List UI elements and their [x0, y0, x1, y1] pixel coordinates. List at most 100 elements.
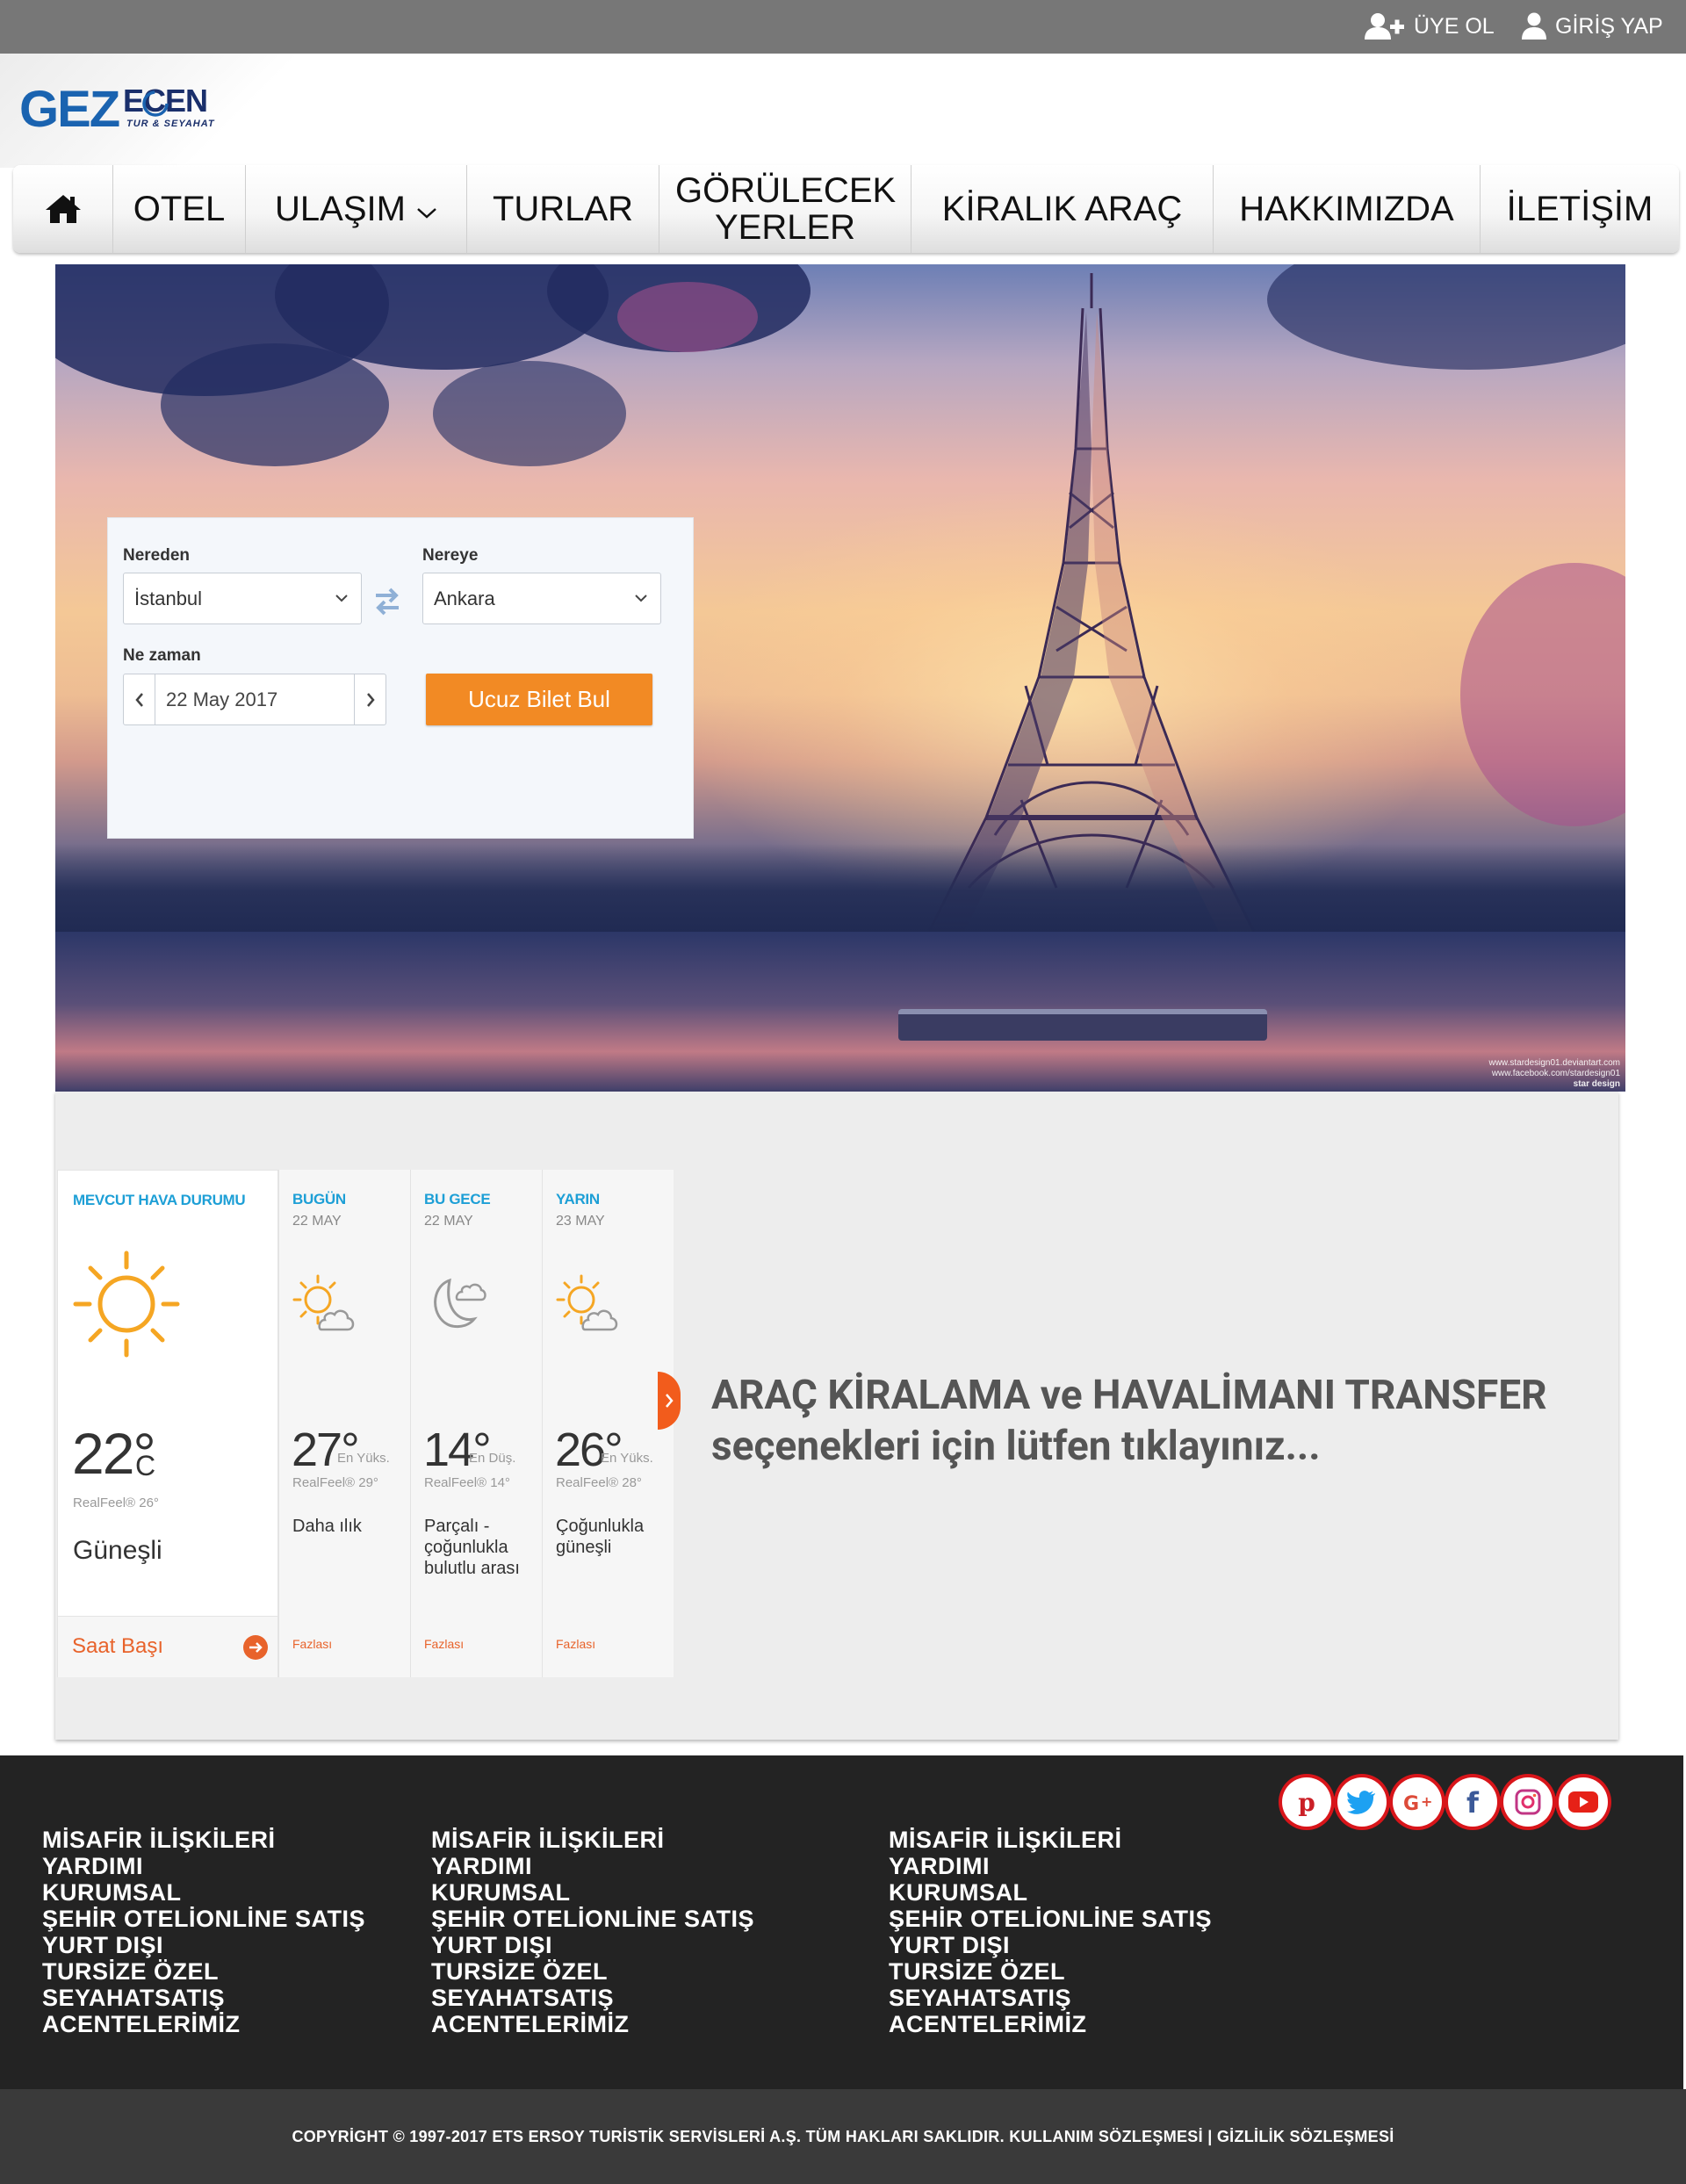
footer-link[interactable]: MİSAFİR İLİŞKİLERİ [42, 1827, 365, 1853]
footer-link[interactable]: MİSAFİR İLİŞKİLERİ [431, 1827, 754, 1853]
facebook-icon: f [1466, 1787, 1480, 1817]
nav-iletisim[interactable]: İLETİŞİM [1480, 165, 1679, 253]
footer-link[interactable]: KURUMSAL [431, 1879, 754, 1906]
signup-link[interactable]: ÜYE OL [1365, 9, 1495, 44]
chevron-right-icon [666, 1394, 674, 1408]
chevron-down-icon [335, 595, 348, 602]
login-link[interactable]: GİRİŞ YAP [1522, 9, 1663, 44]
instagram-link[interactable] [1503, 1777, 1553, 1827]
footer-link[interactable]: ŞEHİR OTELİONLİNE SATIŞ [431, 1906, 754, 1932]
footer-link[interactable]: ACENTELERİMİZ [889, 2011, 1212, 2037]
nav-ulasim[interactable]: ULAŞIM [245, 165, 466, 253]
date-input[interactable]: 22 May 2017 [166, 674, 277, 724]
nav-turlar[interactable]: TURLAR [466, 165, 659, 253]
footer-link[interactable]: YURT DIŞI [42, 1932, 365, 1958]
moon-cloud-icon [434, 1278, 486, 1328]
twitter-link[interactable] [1337, 1777, 1387, 1827]
promo-line-1: ARAÇ KİRALAMA ve HAVALİMANI TRANSFER [711, 1372, 1547, 1419]
nav-otel[interactable]: OTEL [112, 165, 245, 253]
nav-hakkimizda[interactable]: HAKKIMIZDA [1213, 165, 1480, 253]
nav-home[interactable] [13, 165, 112, 253]
weather-next-button[interactable] [658, 1372, 681, 1430]
current-condition: Güneşli [73, 1536, 162, 1565]
top-bar: ÜYE OL GİRİŞ YAP [0, 0, 1686, 54]
to-label: Nereye [422, 546, 479, 565]
river [55, 932, 1625, 1092]
nav-kiralik-arac[interactable]: KİRALIK ARAÇ [911, 165, 1213, 253]
pinterest-link[interactable]: p [1282, 1777, 1331, 1827]
youtube-link[interactable] [1559, 1777, 1608, 1827]
hourly-link[interactable]: Saat Başı [58, 1616, 277, 1677]
to-select[interactable]: Ankara [422, 573, 661, 624]
forecast-more-link[interactable]: Fazlası [292, 1637, 332, 1651]
footer-link[interactable]: ŞEHİR OTELİONLİNE SATIŞ [42, 1906, 365, 1932]
current-realfeel: RealFeel® 26° [73, 1496, 159, 1510]
forecast-card-today: BUGÜN 22 MAY 27° En Yüks. RealFeel® 29° … [278, 1170, 410, 1677]
forecast-more-link[interactable]: Fazlası [556, 1637, 595, 1651]
from-value: İstanbul [134, 587, 203, 609]
footer-link[interactable]: YARDIMI [42, 1853, 365, 1879]
google-plus-link[interactable]: G + [1393, 1777, 1442, 1827]
youtube-icon [1568, 1791, 1598, 1813]
current-weather-card: MEVCUT HAVA DURUMU 22° C RealFeel® 26° G… [57, 1170, 278, 1677]
nav-ulasim-label: ULAŞIM [275, 190, 406, 228]
swap-icon[interactable] [374, 586, 400, 617]
footer-link[interactable]: TURSİZE ÖZEL [889, 1958, 1212, 1985]
nav-gorulecek-yerler[interactable]: GÖRÜLECEK YERLER [659, 165, 911, 253]
chevron-right-icon [366, 692, 375, 707]
footer-link[interactable]: ŞEHİR OTELİONLİNE SATIŞ [889, 1906, 1212, 1932]
footer-link[interactable]: YURT DIŞI [431, 1932, 754, 1958]
image-credit: www.stardesign01.deviantart.com www.face… [1488, 1058, 1620, 1090]
user-plus-icon [1365, 13, 1404, 40]
footer-link[interactable]: SEYAHATSATIŞ [889, 1985, 1212, 2011]
footer-link[interactable]: KURUMSAL [889, 1879, 1212, 1906]
from-select[interactable]: İstanbul [123, 573, 362, 624]
svg-text:G: G [1403, 1793, 1419, 1815]
main-navigation: OTEL ULAŞIM TURLAR GÖRÜLECEK YERLER KİRA… [13, 165, 1679, 253]
next-date-button[interactable] [354, 674, 385, 724]
footer-link[interactable]: ACENTELERİMİZ [431, 2011, 754, 2037]
forecast-card-tomorrow: YARIN 23 MAY 26° En Yüks. RealFeel® 28° … [542, 1170, 674, 1677]
instagram-icon [1515, 1789, 1541, 1815]
nav-turlar-label: TURLAR [492, 190, 634, 228]
chevron-down-icon [635, 595, 647, 602]
forecast-temperature: 14° [423, 1424, 492, 1476]
arrow-right-circle-icon [243, 1635, 268, 1660]
previous-date-button[interactable] [124, 674, 155, 724]
login-label: GİRİŞ YAP [1555, 13, 1663, 39]
promo-line-2: seçenekleri için lütfen tıklayınız... [711, 1423, 1321, 1470]
footer-column-1: MİSAFİR İLİŞKİLERİ YARDIMI KURUMSAL ŞEHİ… [42, 1827, 365, 2037]
user-icon [1522, 12, 1546, 40]
hourly-label: Saat Başı [72, 1634, 164, 1658]
footer-link[interactable]: KURUMSAL [42, 1879, 365, 1906]
forecast-description: Parçalı - çoğunlukla bulutlu arası [424, 1517, 520, 1578]
facebook-link[interactable]: f [1448, 1777, 1497, 1827]
car-rental-transfer-link[interactable]: ARAÇ KİRALAMA ve HAVALİMANI TRANSFER seç… [711, 1370, 1598, 1472]
home-icon [45, 195, 81, 223]
forecast-more-link[interactable]: Fazlası [424, 1637, 464, 1651]
credit-logo: star design [1573, 1079, 1620, 1089]
footer-link[interactable]: YURT DIŞI [889, 1932, 1212, 1958]
from-label: Nereden [123, 546, 191, 565]
forecast-heading: YARIN [556, 1191, 600, 1207]
weather-widget: MEVCUT HAVA DURUMU 22° C RealFeel® 26° G… [55, 1170, 681, 1677]
footer-link[interactable]: TURSİZE ÖZEL [42, 1958, 365, 1985]
google-plus-icon: G + [1403, 1793, 1432, 1815]
date-label: Ne zaman [123, 646, 201, 665]
footer-column-3: MİSAFİR İLİŞKİLERİ YARDIMI KURUMSAL ŞEHİ… [889, 1827, 1212, 2037]
footer-link[interactable]: YARDIMI [431, 1853, 754, 1879]
footer-link[interactable]: ACENTELERİMİZ [42, 2011, 365, 2037]
footer-link[interactable]: SEYAHATSATIŞ [431, 1985, 754, 2011]
to-value: Ankara [434, 587, 495, 609]
footer-link[interactable]: YARDIMI [889, 1853, 1212, 1879]
forecast-temp-kind: En Düş. [469, 1451, 516, 1466]
footer-link[interactable]: TURSİZE ÖZEL [431, 1958, 754, 1985]
footer-link[interactable]: MİSAFİR İLİŞKİLERİ [889, 1827, 1212, 1853]
footer-link[interactable]: SEYAHATSATIŞ [42, 1985, 365, 2011]
credit-line-1: www.stardesign01.deviantart.com [1488, 1058, 1620, 1068]
site-logo[interactable]: GEZ ECEN TUR & SEYAHAT [18, 83, 228, 145]
nav-gorulecek-yerler-label: GÖRÜLECEK YERLER [675, 171, 897, 247]
find-ticket-button[interactable]: Ucuz Bilet Bul [426, 674, 652, 725]
svg-text:f: f [1466, 1787, 1480, 1817]
chevron-down-icon [417, 208, 436, 219]
